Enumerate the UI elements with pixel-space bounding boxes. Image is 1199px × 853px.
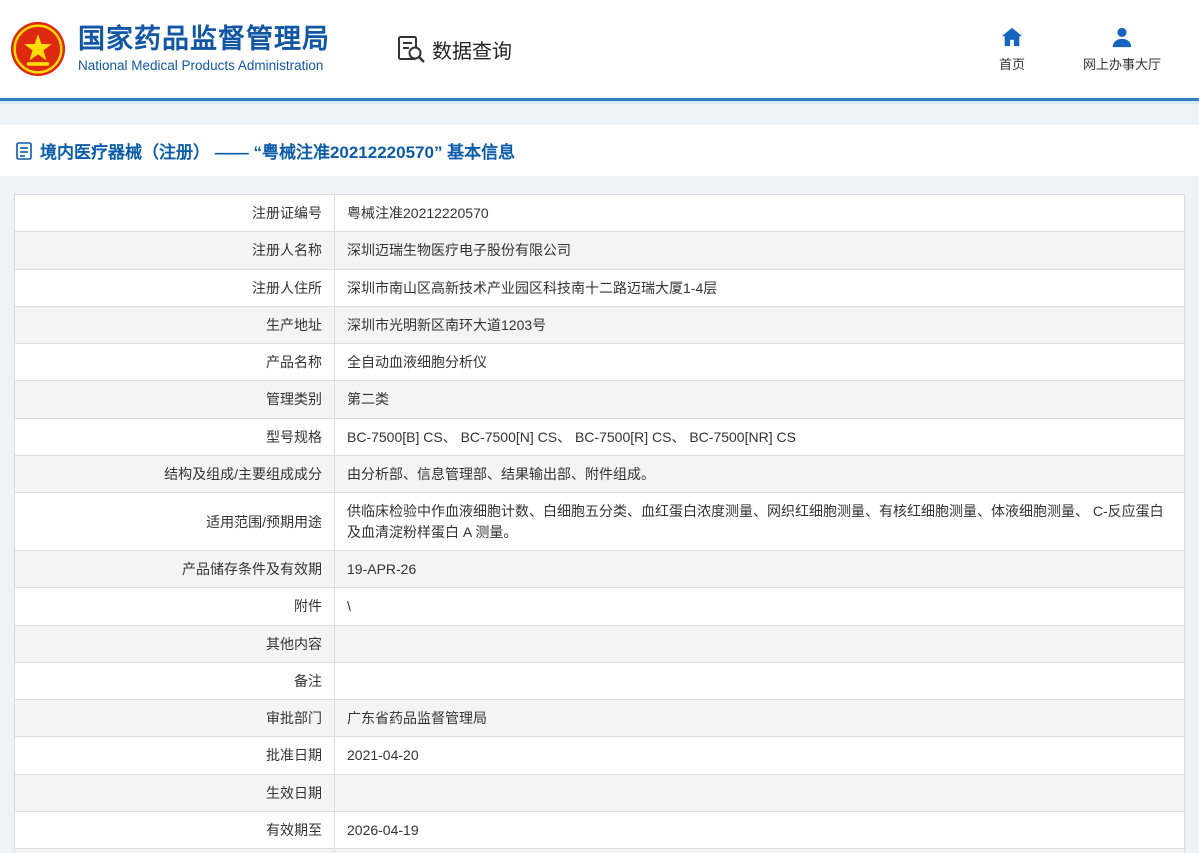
row-value: 2026-04-19 bbox=[334, 811, 1185, 850]
row-label: 变更情况 bbox=[14, 848, 335, 853]
top-nav: 首页 网上办事大厅 bbox=[999, 26, 1161, 73]
table-row-product-name: 产品名称 全自动血液细胞分析仪 bbox=[14, 343, 1185, 382]
row-label: 结构及组成/主要组成成分 bbox=[14, 455, 335, 494]
table-row-approval-dept: 审批部门 广东省药品监督管理局 bbox=[14, 699, 1185, 738]
row-label: 产品名称 bbox=[14, 343, 335, 382]
row-label: 生产地址 bbox=[14, 305, 335, 345]
row-value: BC-7500[B] CS、 BC-7500[N] CS、 BC-7500[R]… bbox=[334, 417, 1185, 457]
row-value bbox=[334, 773, 1185, 813]
row-value: 全自动血液细胞分析仪 bbox=[334, 343, 1185, 382]
table-row-other-content: 其他内容 bbox=[14, 624, 1185, 663]
table-row-production-address: 生产地址 深圳市光明新区南环大道1203号 bbox=[14, 305, 1185, 345]
nav-home-label: 首页 bbox=[998, 56, 1025, 72]
row-label: 其他内容 bbox=[14, 624, 335, 663]
row-value: 粤械注准20212220570 bbox=[334, 193, 1185, 233]
row-label: 附件 bbox=[14, 587, 335, 626]
row-value bbox=[334, 661, 1185, 701]
row-label: 备注 bbox=[14, 661, 335, 701]
row-value: 深圳市南山区高新技术产业园区科技南十二路迈瑞大厦1-4层 bbox=[334, 268, 1185, 307]
info-table-wrap: 注册证编号 粤械注准20212220570 注册人名称 深圳迈瑞生物医疗电子股份… bbox=[14, 193, 1185, 853]
table-row-change-status: 变更情况 bbox=[14, 848, 1185, 853]
data-query-label: 数据查询 bbox=[432, 40, 512, 63]
nav-service-hall-label: 网上办事大厅 bbox=[1082, 56, 1161, 72]
row-label: 注册证编号 bbox=[14, 193, 335, 233]
nmpa-emblem-icon bbox=[10, 21, 66, 77]
row-label: 适用范围/预期用途 bbox=[14, 492, 335, 551]
data-query-tab[interactable]: 数据查询 bbox=[396, 34, 512, 64]
row-value: 由分析部、信息管理部、结果输出部、附件组成。 bbox=[334, 455, 1185, 494]
table-row-effective-date: 生效日期 bbox=[14, 773, 1185, 813]
document-search-icon bbox=[398, 36, 425, 63]
table-row-registrant-name: 注册人名称 深圳迈瑞生物医疗电子股份有限公司 bbox=[14, 231, 1185, 270]
row-label: 批准日期 bbox=[14, 736, 335, 775]
row-label: 有效期至 bbox=[14, 811, 335, 850]
registration-info-table: 注册证编号 粤械注准20212220570 注册人名称 深圳迈瑞生物医疗电子股份… bbox=[14, 193, 1185, 853]
table-row-model-spec: 型号规格 BC-7500[B] CS、 BC-7500[N] CS、 BC-75… bbox=[14, 417, 1185, 457]
org-name-cn: 国家药品监督管理局 bbox=[78, 24, 330, 55]
table-row-attachment: 附件 \ bbox=[14, 587, 1185, 626]
row-value: 广东省药品监督管理局 bbox=[334, 699, 1185, 738]
row-value: 第二类 bbox=[334, 380, 1185, 419]
row-label: 审批部门 bbox=[14, 699, 335, 738]
row-label: 管理类别 bbox=[14, 380, 335, 419]
page-title-bar: 境内医疗器械（注册） —— “粤械注准20212220570” 基本信息 bbox=[0, 125, 1199, 176]
table-row-approval-date: 批准日期 2021-04-20 bbox=[14, 736, 1185, 775]
table-row-management-class: 管理类别 第二类 bbox=[14, 380, 1185, 419]
row-value: 深圳迈瑞生物医疗电子股份有限公司 bbox=[334, 231, 1185, 270]
brand: 国家药品监督管理局 National Medical Products Admi… bbox=[10, 21, 330, 77]
row-value: 供临床检验中作血液细胞计数、白细胞五分类、血红蛋白浓度测量、网织红细胞测量、有核… bbox=[334, 492, 1185, 551]
table-row-cert-number: 注册证编号 粤械注准20212220570 bbox=[14, 193, 1185, 233]
row-value: \ bbox=[334, 587, 1185, 626]
org-name-en: National Medical Products Administration bbox=[78, 58, 324, 74]
brand-text: 国家药品监督管理局 National Medical Products Admi… bbox=[78, 24, 330, 74]
table-row-intended-use: 适用范围/预期用途 供临床检验中作血液细胞计数、白细胞五分类、血红蛋白浓度测量、… bbox=[14, 492, 1185, 551]
table-row-storage-validity: 产品储存条件及有效期 19-APR-26 bbox=[14, 549, 1185, 589]
row-label: 注册人住所 bbox=[14, 268, 335, 307]
row-label: 生效日期 bbox=[14, 773, 335, 813]
table-row-remark: 备注 bbox=[14, 661, 1185, 701]
table-row-registrant-address: 注册人住所 深圳市南山区高新技术产业园区科技南十二路迈瑞大厦1-4层 bbox=[14, 268, 1185, 307]
nav-service-hall[interactable]: 网上办事大厅 bbox=[1083, 26, 1161, 73]
row-label: 型号规格 bbox=[14, 417, 335, 457]
row-value bbox=[334, 848, 1185, 853]
table-row-structure: 结构及组成/主要组成成分 由分析部、信息管理部、结果输出部、附件组成。 bbox=[14, 455, 1185, 494]
row-label: 产品储存条件及有效期 bbox=[14, 549, 335, 589]
person-icon bbox=[1112, 27, 1132, 47]
row-value: 19-APR-26 bbox=[334, 549, 1185, 589]
row-value bbox=[334, 624, 1185, 663]
page-title: 境内医疗器械（注册） —— “粤械注准20212220570” 基本信息 bbox=[40, 143, 516, 162]
row-value: 深圳市光明新区南环大道1203号 bbox=[334, 305, 1185, 345]
row-value: 2021-04-20 bbox=[334, 736, 1185, 775]
table-row-expiry-date: 有效期至 2026-04-19 bbox=[14, 811, 1185, 850]
home-icon bbox=[1001, 27, 1023, 46]
nav-home[interactable]: 首页 bbox=[999, 26, 1025, 73]
site-header: 国家药品监督管理局 National Medical Products Admi… bbox=[0, 0, 1199, 101]
clipboard-icon bbox=[16, 141, 32, 160]
row-label: 注册人名称 bbox=[14, 231, 335, 270]
